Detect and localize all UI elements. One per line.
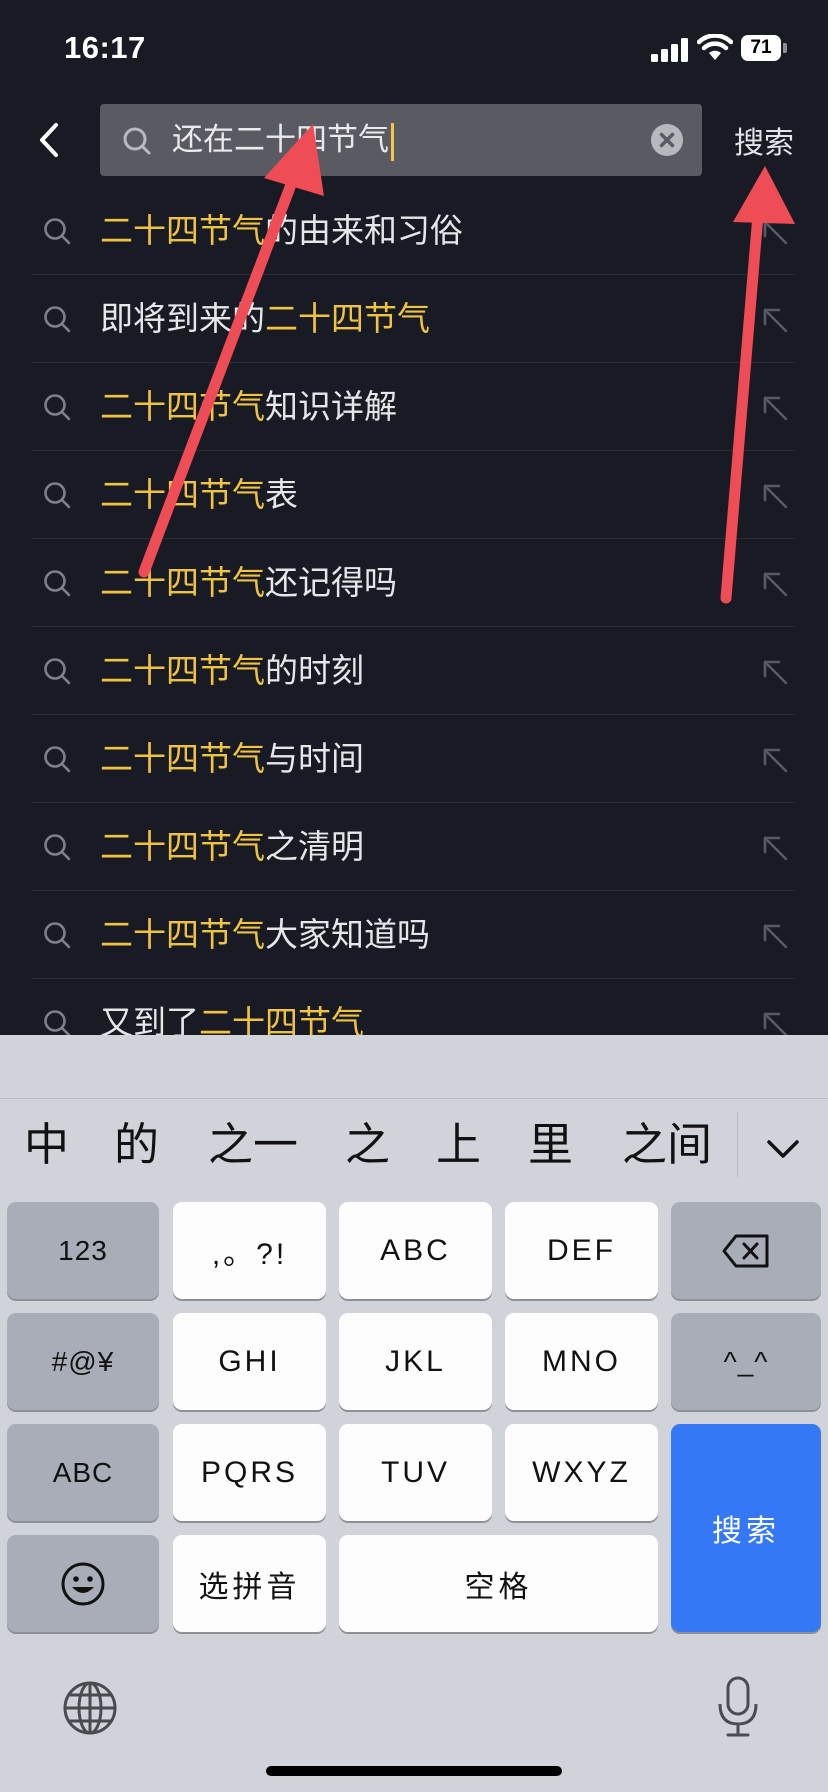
suggestion-text: 二十四节气表 bbox=[100, 475, 298, 514]
suggestion-text: 二十四节气之清明 bbox=[100, 827, 364, 866]
suggestion-item[interactable]: 二十四节气还记得吗 bbox=[32, 539, 796, 627]
candidate-word[interactable]: 中 bbox=[24, 1099, 69, 1191]
key-abc[interactable]: ABC bbox=[339, 1202, 492, 1299]
fill-arrow-icon[interactable] bbox=[760, 1009, 790, 1035]
suggestion-text: 二十四节气与时间 bbox=[100, 739, 364, 778]
key-ghi[interactable]: GHI bbox=[173, 1313, 326, 1410]
delete-icon bbox=[722, 1234, 769, 1267]
keyboard-search-button[interactable]: 搜索 bbox=[671, 1424, 821, 1632]
suggestion-text: 又到了二十四节气 bbox=[100, 1003, 364, 1035]
chinese-keyboard: 中 的 之一 之 上 里 之间 bbox=[0, 1035, 828, 1792]
globe-icon[interactable] bbox=[62, 1680, 118, 1736]
candidate-divider bbox=[737, 1112, 738, 1178]
microphone-icon[interactable] bbox=[716, 1676, 760, 1738]
search-icon bbox=[44, 922, 71, 949]
candidate-word[interactable]: 上 bbox=[436, 1099, 481, 1191]
emoji-icon bbox=[61, 1562, 105, 1605]
emoji-button[interactable] bbox=[7, 1535, 159, 1632]
chevron-down-icon[interactable] bbox=[760, 1126, 806, 1172]
candidate-word[interactable]: 之间 bbox=[622, 1099, 712, 1191]
fill-arrow-icon[interactable] bbox=[760, 745, 790, 775]
suggestion-text: 二十四节气的由来和习俗 bbox=[100, 211, 463, 250]
suggestion-item[interactable]: 二十四节气之清明 bbox=[32, 803, 796, 891]
search-icon bbox=[44, 306, 71, 333]
suggestion-item[interactable]: 二十四节气大家知道吗 bbox=[32, 891, 796, 979]
delete-button[interactable] bbox=[671, 1202, 821, 1299]
key-wxyz[interactable]: WXYZ bbox=[505, 1424, 658, 1521]
key-abc-mode[interactable]: ABC bbox=[7, 1424, 159, 1521]
key-pqrs[interactable]: PQRS bbox=[173, 1424, 326, 1521]
cellular-signal-icon bbox=[651, 38, 691, 62]
suggestion-item[interactable]: 二十四节气与时间 bbox=[32, 715, 796, 803]
key-kaomoji[interactable]: ^_^ bbox=[671, 1313, 821, 1410]
search-screen: 16:17 71 还在二十四节气 搜索 二十四节气的由来和习俗 即将到来的二十四… bbox=[0, 0, 828, 1035]
fill-arrow-icon[interactable] bbox=[760, 657, 790, 687]
candidate-word[interactable]: 之 bbox=[345, 1099, 390, 1191]
fill-arrow-icon[interactable] bbox=[760, 217, 790, 247]
fill-arrow-icon[interactable] bbox=[760, 481, 790, 511]
search-icon bbox=[44, 1010, 71, 1035]
suggestion-item[interactable]: 二十四节气的时刻 bbox=[32, 627, 796, 715]
home-indicator bbox=[266, 1766, 562, 1776]
candidate-word[interactable]: 之一 bbox=[208, 1099, 298, 1191]
search-query: 还在二十四节气 bbox=[172, 122, 389, 158]
status-time: 16:17 bbox=[64, 30, 146, 65]
battery-icon: 71 bbox=[741, 35, 787, 61]
clear-icon[interactable] bbox=[651, 124, 683, 156]
suggestion-item[interactable]: 又到了二十四节气 bbox=[32, 979, 796, 1035]
fill-arrow-icon[interactable] bbox=[760, 569, 790, 599]
key-def[interactable]: DEF bbox=[505, 1202, 658, 1299]
candidate-bar: 中 的 之一 之 上 里 之间 bbox=[0, 1099, 828, 1191]
search-box[interactable]: 还在二十四节气 bbox=[100, 104, 702, 176]
status-bar: 16:17 71 bbox=[0, 0, 828, 96]
suggestion-item[interactable]: 二十四节气表 bbox=[32, 451, 796, 539]
search-icon bbox=[44, 746, 71, 773]
key-symbols[interactable]: #@¥ bbox=[7, 1313, 159, 1410]
keyboard-top-strip bbox=[0, 1035, 828, 1099]
key-tuv[interactable]: TUV bbox=[339, 1424, 492, 1521]
search-icon bbox=[44, 658, 71, 685]
space-key[interactable]: 空格 bbox=[339, 1535, 658, 1632]
suggestion-text: 二十四节气知识详解 bbox=[100, 387, 397, 426]
fill-arrow-icon[interactable] bbox=[760, 305, 790, 335]
search-icon bbox=[123, 127, 151, 155]
suggestion-text: 二十四节气大家知道吗 bbox=[100, 915, 430, 954]
suggestion-text: 二十四节气还记得吗 bbox=[100, 563, 397, 602]
suggestion-item[interactable]: 即将到来的二十四节气 bbox=[32, 275, 796, 363]
search-icon bbox=[44, 482, 71, 509]
suggestion-list: 二十四节气的由来和习俗 即将到来的二十四节气 二十四节气知识详解 二十四节气表 … bbox=[32, 187, 796, 1035]
suggestion-text: 即将到来的二十四节气 bbox=[100, 299, 430, 338]
search-icon bbox=[44, 394, 71, 421]
search-icon bbox=[44, 218, 71, 245]
fill-arrow-icon[interactable] bbox=[760, 921, 790, 951]
search-input[interactable]: 还在二十四节气 bbox=[172, 104, 394, 176]
candidate-word[interactable]: 里 bbox=[528, 1099, 573, 1191]
wifi-icon bbox=[697, 34, 733, 60]
key-123[interactable]: 123 bbox=[7, 1202, 159, 1299]
suggestion-text: 二十四节气的时刻 bbox=[100, 651, 364, 690]
back-chevron-icon[interactable] bbox=[30, 115, 70, 165]
search-submit-button[interactable]: 搜索 bbox=[734, 118, 794, 162]
suggestion-item[interactable]: 二十四节气的由来和习俗 bbox=[32, 187, 796, 275]
fill-arrow-icon[interactable] bbox=[760, 833, 790, 863]
key-select-pinyin[interactable]: 选拼音 bbox=[173, 1535, 326, 1632]
battery-level: 71 bbox=[750, 37, 772, 58]
key-mno[interactable]: MNO bbox=[505, 1313, 658, 1410]
key-punctuation[interactable]: ,。?! bbox=[173, 1202, 326, 1299]
fill-arrow-icon[interactable] bbox=[760, 393, 790, 423]
search-icon bbox=[44, 570, 71, 597]
suggestion-item[interactable]: 二十四节气知识详解 bbox=[32, 363, 796, 451]
candidate-word[interactable]: 的 bbox=[114, 1099, 159, 1191]
search-icon bbox=[44, 834, 71, 861]
text-caret bbox=[391, 122, 394, 161]
key-jkl[interactable]: JKL bbox=[339, 1313, 492, 1410]
